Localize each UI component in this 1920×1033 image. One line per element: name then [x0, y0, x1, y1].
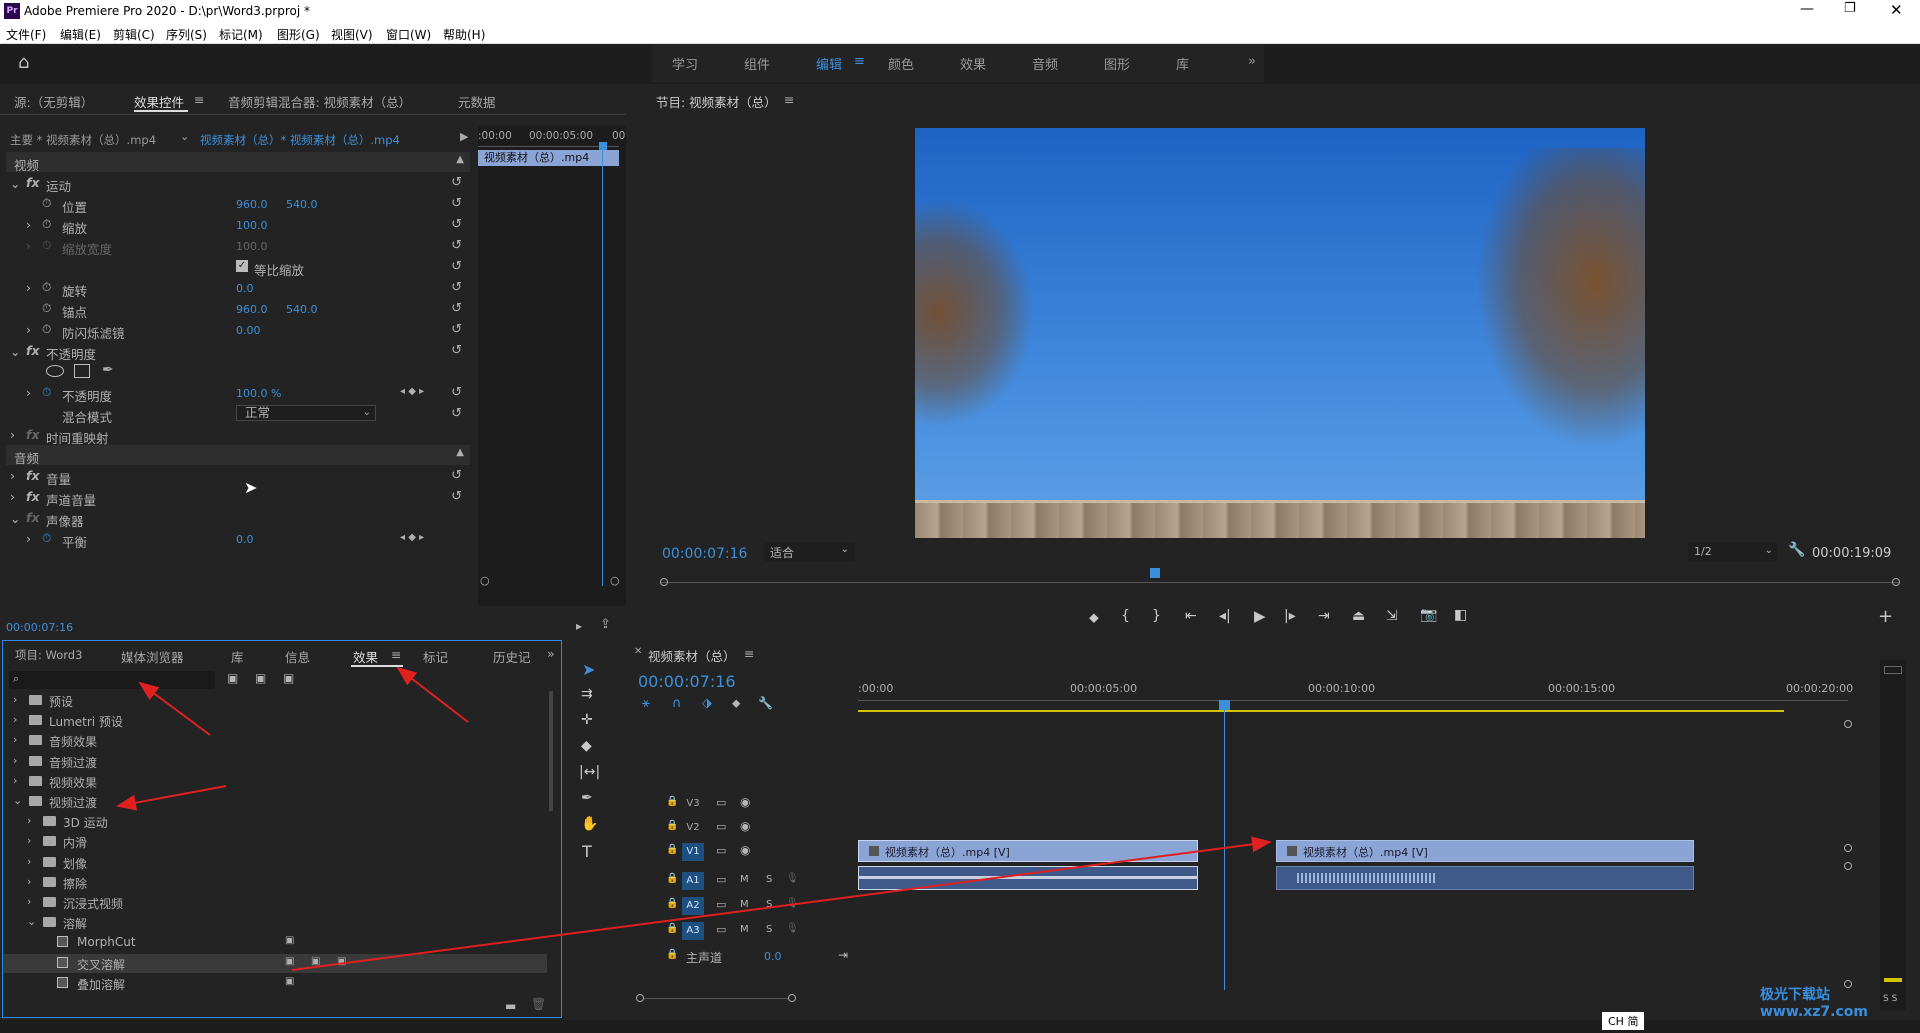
- annotation-arrow: [138, 681, 211, 736]
- annotation-arrow: [396, 666, 469, 723]
- annotation-arrows: [116, 666, 1272, 971]
- annotation-arrow: [291, 836, 1272, 971]
- annotation-arrow: [116, 785, 227, 811]
- ime-indicator[interactable]: CH 简: [1602, 1012, 1645, 1030]
- status-bar: CH 简: [0, 1012, 1920, 1033]
- watermark: 极光下载站 www.xz7.com: [1760, 987, 1868, 1020]
